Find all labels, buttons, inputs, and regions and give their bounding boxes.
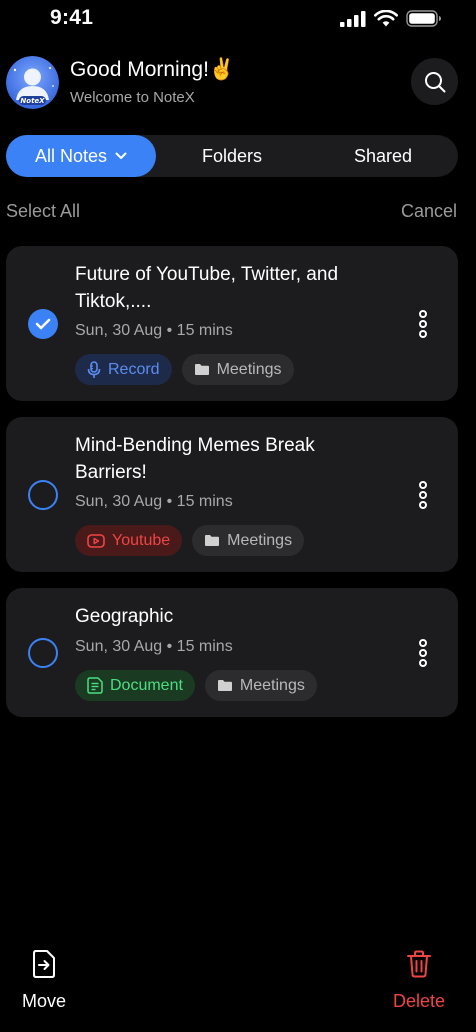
- note-card[interactable]: Future of YouTube, Twitter, and Tiktok,.…: [6, 246, 458, 401]
- more-dot: [419, 491, 427, 499]
- note-title: Geographic: [75, 606, 174, 627]
- tab-shared-label: Shared: [353, 145, 413, 166]
- signal-icon: [340, 10, 366, 27]
- note-tags: Youtube Meetings: [75, 525, 305, 556]
- selection-checkbox[interactable]: [28, 638, 58, 668]
- move-button[interactable]: Move: [20, 950, 68, 1012]
- avatar-logo-text: NoteX: [20, 97, 45, 105]
- trash-icon: [407, 950, 431, 978]
- search-icon: [424, 71, 445, 92]
- file-move-icon: [33, 950, 55, 978]
- note-meta: Sun, 30 Aug • 15 mins: [75, 493, 233, 510]
- wifi-icon: [374, 10, 398, 27]
- source-tag-label: Document: [110, 676, 183, 694]
- note-meta: Sun, 30 Aug • 15 mins: [75, 322, 233, 339]
- more-dot: [419, 659, 427, 667]
- status-icons: [340, 10, 442, 27]
- note-card[interactable]: Mind-Bending Memes Break Barriers! Sun, …: [6, 417, 458, 572]
- avatar[interactable]: NoteX: [6, 56, 59, 109]
- note-meta: Sun, 30 Aug • 15 mins: [75, 638, 233, 655]
- more-dot: [419, 501, 427, 509]
- more-dot: [419, 649, 427, 657]
- header: NoteX Good Morning!✌️ Welcome to NoteX: [6, 56, 458, 110]
- tab-folders-label: Folders: [201, 145, 263, 166]
- more-dot: [419, 330, 427, 338]
- selection-checkbox[interactable]: [28, 309, 58, 339]
- more-options-button[interactable]: [418, 639, 428, 667]
- folder-icon: [205, 535, 220, 546]
- source-tag-label: Youtube: [112, 531, 171, 549]
- more-dot: [419, 639, 427, 647]
- folder-tag[interactable]: Meetings: [204, 670, 317, 701]
- note-title: Mind-Bending Memes Break Barriers!: [75, 435, 315, 483]
- microphone-icon: [87, 360, 101, 378]
- source-tag[interactable]: Record: [75, 354, 172, 385]
- battery-icon: [406, 10, 441, 27]
- tab-folders[interactable]: Folders: [156, 135, 308, 177]
- folder-tag[interactable]: Meetings: [181, 354, 294, 385]
- note-card[interactable]: Geographic Sun, 30 Aug • 15 mins Documen…: [6, 588, 458, 717]
- note-title: Future of YouTube, Twitter, and Tiktok,.…: [75, 264, 339, 312]
- source-tag-label: Record: [108, 360, 160, 378]
- tab-shared[interactable]: Shared: [308, 135, 458, 177]
- cancel-button[interactable]: Cancel: [401, 201, 457, 222]
- note-tags: Document Meetings: [75, 670, 317, 701]
- folder-icon: [194, 364, 209, 375]
- tab-all-notes-label: All Notes: [34, 145, 108, 166]
- more-options-button[interactable]: [418, 310, 428, 338]
- more-dot: [419, 320, 427, 328]
- more-dot: [419, 481, 427, 489]
- source-tag[interactable]: Youtube: [75, 525, 183, 556]
- folder-tag-label: Meetings: [239, 676, 305, 694]
- folder-icon: [217, 680, 232, 691]
- greeting-subtitle: Welcome to NoteX: [70, 89, 195, 106]
- status-time: 9:41: [50, 6, 94, 29]
- selection-checkbox[interactable]: [28, 480, 58, 510]
- source-tag[interactable]: Document: [75, 670, 195, 701]
- folder-tag[interactable]: Meetings: [192, 525, 305, 556]
- move-label: Move: [21, 991, 66, 1011]
- more-options-button[interactable]: [418, 481, 428, 509]
- note-tabs: All Notes Folders Shared: [6, 135, 458, 177]
- delete-label: Delete: [392, 991, 446, 1011]
- delete-button[interactable]: Delete: [389, 950, 449, 1012]
- more-dot: [419, 310, 427, 318]
- select-all-button[interactable]: Select All: [6, 201, 80, 222]
- greeting-title: Good Morning!✌️: [70, 58, 236, 81]
- folder-tag-label: Meetings: [216, 360, 282, 378]
- chevron-down-icon: [115, 152, 127, 159]
- search-button[interactable]: [411, 58, 458, 105]
- note-tags: Record Meetings: [75, 354, 294, 385]
- folder-tag-label: Meetings: [227, 531, 293, 549]
- status-bar: 9:41: [0, 0, 476, 40]
- youtube-icon: [87, 533, 105, 548]
- check-icon: [35, 318, 51, 330]
- tab-all-notes[interactable]: All Notes: [6, 135, 156, 177]
- document-icon: [87, 677, 103, 694]
